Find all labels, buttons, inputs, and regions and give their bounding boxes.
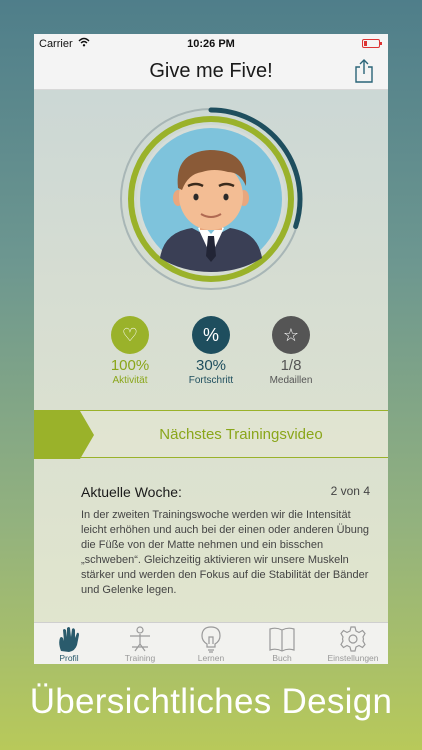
tab-buch[interactable]: Buch bbox=[247, 625, 317, 663]
stat-progress[interactable]: % 30% Fortschritt bbox=[171, 316, 251, 386]
week-title: Aktuelle Woche: bbox=[81, 484, 182, 500]
status-time: 10:26 PM bbox=[187, 38, 235, 50]
week-count: 2 von 4 bbox=[330, 484, 370, 498]
lightbulb-icon bbox=[201, 626, 221, 653]
person-icon bbox=[130, 626, 150, 652]
hand-icon bbox=[59, 627, 79, 652]
tab-bar: Profil Training Lernen Buch Einstellunge… bbox=[34, 622, 388, 664]
stat-label: Fortschritt bbox=[188, 375, 234, 386]
heart-icon: ♡ bbox=[111, 316, 149, 354]
tab-einstellungen[interactable]: Einstellungen bbox=[318, 625, 388, 663]
navigation-bar: Give me Five! bbox=[34, 54, 388, 90]
page-title: Give me Five! bbox=[149, 60, 273, 82]
phone-screen: Carrier 10:26 PM Give me Five! ♡ 100% Ak… bbox=[34, 34, 388, 664]
star-icon: ☆ bbox=[272, 316, 310, 354]
battery-icon bbox=[362, 39, 382, 48]
stat-activity[interactable]: ♡ 100% Aktivität bbox=[90, 316, 170, 386]
week-description: In der zweiten Trainingswoche werden wir… bbox=[81, 509, 370, 596]
tab-profil[interactable]: Profil bbox=[34, 625, 104, 663]
stat-label: Aktivität bbox=[112, 375, 148, 386]
tab-label: Buch bbox=[272, 653, 292, 663]
marketing-caption: Übersichtliches Design bbox=[29, 682, 393, 721]
percent-icon: % bbox=[192, 316, 230, 354]
status-bar: Carrier 10:26 PM bbox=[34, 34, 388, 54]
stats-row: ♡ 100% Aktivität % 30% Fortschritt ☆ 1/8… bbox=[34, 316, 388, 388]
tab-label: Einstellungen bbox=[327, 653, 379, 663]
next-training-video-button[interactable]: Nächstes Trainingsvideo bbox=[34, 410, 388, 459]
tab-training[interactable]: Training bbox=[105, 625, 175, 663]
arrow-flag-icon bbox=[34, 411, 94, 459]
tab-lernen[interactable]: Lernen bbox=[176, 625, 246, 663]
tab-label: Training bbox=[124, 653, 156, 663]
gear-icon bbox=[340, 626, 366, 652]
stat-medals[interactable]: ☆ 1/8 Medaillen bbox=[251, 316, 331, 386]
profile-avatar[interactable] bbox=[118, 106, 304, 292]
stat-value: 30% bbox=[195, 357, 227, 374]
share-icon[interactable] bbox=[354, 58, 374, 84]
tab-label: Profil bbox=[59, 653, 79, 663]
banner-label: Nächstes Trainingsvideo bbox=[159, 426, 323, 443]
book-icon bbox=[269, 627, 295, 652]
tab-label: Lernen bbox=[197, 653, 225, 663]
stat-label: Medaillen bbox=[269, 375, 313, 386]
stat-value: 1/8 bbox=[280, 357, 302, 374]
stat-value: 100% bbox=[110, 357, 150, 374]
